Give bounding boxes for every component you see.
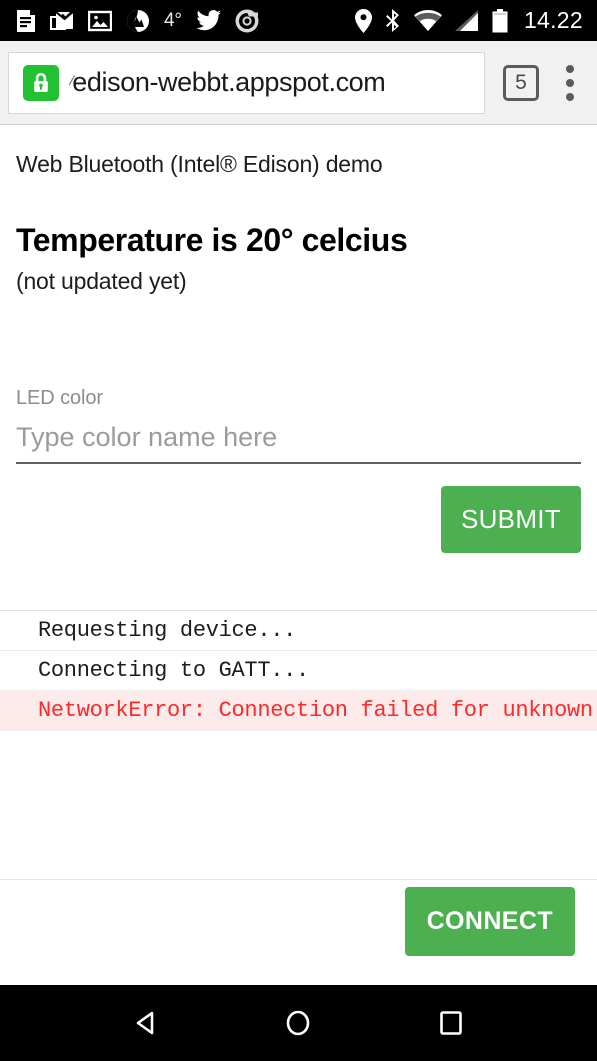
mail-icon	[50, 10, 74, 32]
log-line: Connecting to GATT...	[0, 651, 597, 691]
browser-toolbar: ⁄edison-webbt.appspot.com 5	[0, 41, 597, 125]
weather-temperature: 4°	[164, 9, 182, 31]
submit-button[interactable]: SUBMIT	[440, 486, 581, 553]
photo-icon	[87, 10, 113, 32]
temperature-status: (not updated yet)	[16, 268, 187, 294]
android-status-bar: 4° 14.22	[0, 0, 597, 41]
bluetooth-icon	[385, 8, 401, 33]
connect-button[interactable]: CONNECT	[404, 887, 575, 956]
wifi-icon	[413, 10, 442, 31]
news-icon	[14, 9, 36, 33]
led-color-input[interactable]	[16, 414, 581, 464]
location-icon	[354, 8, 372, 33]
page-subtitle: Web Bluetooth (Intel® Edison) demo	[16, 151, 383, 177]
led-color-label: LED color	[16, 387, 103, 409]
tab-count-label: 5	[515, 70, 527, 94]
address-bar-url: ⁄edison-webbt.appspot.com	[69, 67, 385, 98]
submit-button-row: SUBMIT	[16, 464, 581, 553]
chrome-icon	[235, 9, 259, 33]
recents-nav-icon[interactable]	[421, 993, 481, 1053]
log-line-error: NetworkError: Connection failed for unkn…	[0, 691, 597, 731]
tab-counter-button[interactable]: 5	[503, 64, 539, 101]
cell-signal-icon	[454, 10, 479, 31]
log-line: Requesting device...	[0, 611, 597, 651]
android-navigation-bar	[0, 985, 597, 1061]
back-nav-icon[interactable]	[116, 993, 176, 1053]
web-page-content: Web Bluetooth (Intel® Edison) demo Tempe…	[0, 125, 597, 985]
menu-dot	[566, 92, 574, 101]
temperature-heading: Temperature is 20° celcius	[16, 222, 408, 258]
menu-dot	[566, 78, 574, 87]
lock-icon[interactable]	[23, 64, 59, 101]
log-panel: Requesting device... Connecting to GATT.…	[0, 610, 597, 880]
address-bar[interactable]: ⁄edison-webbt.appspot.com	[8, 51, 485, 114]
url-text: edison-webbt.appspot.com	[72, 67, 386, 97]
status-bar-system-icons: 14.22	[354, 7, 583, 34]
page-header: Web Bluetooth (Intel® Edison) demo Tempe…	[0, 125, 597, 295]
home-nav-icon[interactable]	[268, 993, 328, 1053]
status-bar-clock: 14.22	[523, 7, 583, 33]
status-bar-notification-icons: 4°	[14, 9, 259, 33]
connect-button-row: CONNECT	[0, 887, 597, 956]
more-vertical-icon[interactable]	[565, 64, 581, 101]
twitter-icon	[196, 10, 221, 31]
battery-icon	[492, 8, 508, 33]
weather-app-icon	[126, 9, 150, 33]
menu-dot	[566, 64, 574, 73]
led-color-form: LED color SUBMIT	[0, 295, 597, 553]
